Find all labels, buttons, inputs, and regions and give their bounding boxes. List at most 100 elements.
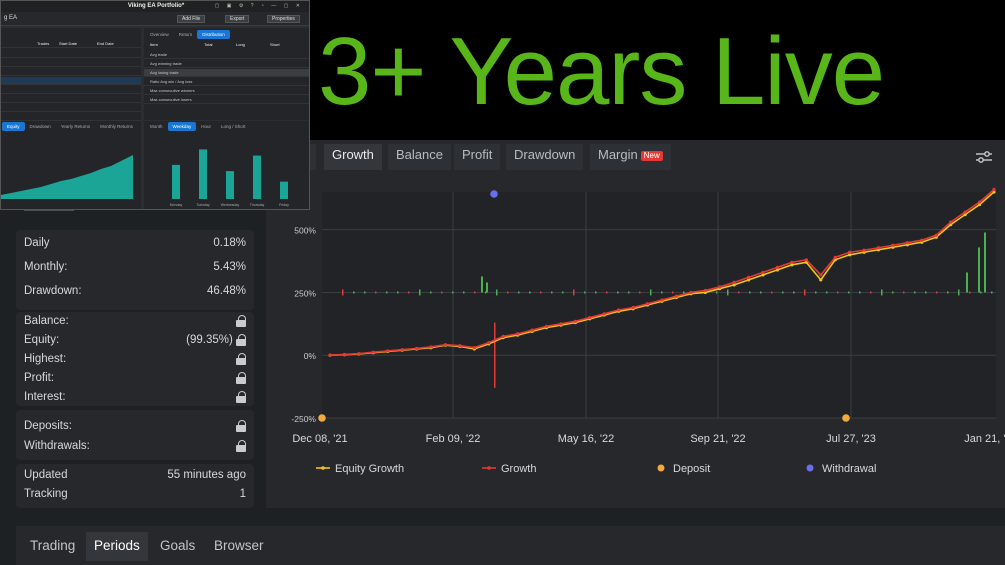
data-point bbox=[819, 273, 823, 277]
col-end-date: End Date bbox=[97, 41, 114, 46]
tab-long-short[interactable]: Long / Short bbox=[216, 122, 251, 131]
tab-drawdown-mini[interactable]: Drawdown bbox=[25, 122, 56, 131]
trade-bar bbox=[978, 247, 980, 293]
inset-chart1-tabs: Equity Drawdown Yearly Returns Monthly Retu… bbox=[2, 122, 138, 131]
table-row[interactable] bbox=[1, 95, 141, 103]
tab-monthly-returns[interactable]: Monthly Returns bbox=[95, 122, 138, 131]
data-point bbox=[472, 346, 476, 350]
table-row[interactable] bbox=[1, 86, 141, 94]
trade-bar bbox=[984, 232, 986, 293]
tab-drawdown[interactable]: Drawdown bbox=[506, 144, 584, 170]
stat-balance: Balance: bbox=[24, 312, 246, 330]
stat-tracking-value: 1 bbox=[239, 488, 246, 500]
tab-browser[interactable]: Browser bbox=[206, 532, 272, 561]
settings-sliders-icon[interactable] bbox=[975, 150, 993, 164]
table-row[interactable] bbox=[1, 104, 141, 112]
divider bbox=[24, 210, 74, 211]
trade-bar bbox=[815, 291, 817, 294]
data-point bbox=[602, 312, 606, 316]
tab-equity[interactable]: Equity bbox=[2, 122, 25, 131]
legend-label[interactable]: Equity Growth bbox=[335, 463, 404, 475]
legend-label[interactable]: Growth bbox=[501, 463, 536, 475]
trade-bar bbox=[947, 291, 949, 294]
tab-weekday[interactable]: Weekday bbox=[167, 122, 197, 131]
tab-hour[interactable]: Hour bbox=[196, 122, 216, 131]
trade-bar bbox=[991, 291, 993, 294]
export-button[interactable]: Export bbox=[225, 15, 250, 23]
data-point bbox=[328, 353, 332, 357]
stat-row: Ratio Avg win / Avg loss bbox=[144, 78, 309, 86]
x-tick-label: May 16, '22 bbox=[558, 433, 615, 445]
data-point bbox=[386, 349, 390, 353]
data-point bbox=[400, 348, 404, 352]
trade-bar bbox=[716, 291, 718, 294]
table-row[interactable] bbox=[1, 77, 141, 85]
trade-bar bbox=[727, 289, 729, 296]
withdrawal-spike bbox=[494, 322, 496, 388]
trade-bar bbox=[914, 291, 916, 294]
tab-periods[interactable]: Periods bbox=[86, 532, 148, 561]
table-header: Trades Start Date End Date bbox=[1, 40, 141, 48]
trade-bar bbox=[958, 289, 960, 296]
inset-toolbar: g EA Add File Export Properties bbox=[1, 12, 309, 26]
legend-label[interactable]: Deposit bbox=[673, 463, 710, 475]
trade-bar bbox=[441, 291, 443, 294]
deposit-marker bbox=[318, 414, 326, 422]
trade-bar bbox=[353, 291, 355, 294]
window-controls-icon[interactable]: ▢ ▣ ⚙ ? ◔ — ▢ ✕ bbox=[215, 3, 303, 9]
stat-highest: Highest: bbox=[24, 350, 246, 368]
data-point bbox=[501, 334, 505, 338]
data-point bbox=[761, 270, 765, 274]
stat-tracking-label: Tracking bbox=[24, 488, 68, 500]
tab-profit[interactable]: Profit bbox=[454, 144, 501, 170]
stat-updated-value: 55 minutes ago bbox=[167, 469, 246, 481]
trade-bar bbox=[771, 291, 773, 294]
tab-return[interactable]: Return bbox=[174, 30, 198, 39]
table-row[interactable] bbox=[1, 113, 141, 121]
legend-label[interactable]: Withdrawal bbox=[822, 463, 876, 475]
weekday-bar bbox=[226, 171, 234, 199]
col-trades: Trades bbox=[37, 41, 50, 46]
table-row[interactable] bbox=[1, 68, 141, 76]
table-row[interactable] bbox=[1, 50, 141, 58]
tab-balance[interactable]: Balance bbox=[388, 144, 451, 170]
tab-growth[interactable]: Growth bbox=[324, 144, 382, 170]
data-point bbox=[458, 344, 462, 348]
trade-bar bbox=[486, 282, 488, 293]
data-point bbox=[905, 241, 909, 245]
stat-row-label: Max consecutive losers bbox=[150, 97, 192, 102]
trade-bar bbox=[936, 291, 938, 294]
tab-distribution[interactable]: Distribution bbox=[197, 30, 230, 39]
y-tick-label: -250% bbox=[291, 414, 316, 424]
tab-overview[interactable]: Overview bbox=[145, 30, 174, 39]
trade-bar bbox=[639, 291, 641, 294]
tab-goals[interactable]: Goals bbox=[152, 532, 203, 561]
trade-bar bbox=[804, 289, 806, 296]
data-point bbox=[703, 288, 707, 293]
tab-month[interactable]: Month bbox=[145, 122, 168, 131]
trade-bar bbox=[540, 291, 542, 294]
properties-button[interactable]: Properties bbox=[267, 15, 300, 23]
x-tick-label: Dec 08, '21 bbox=[292, 433, 347, 445]
add-file-button[interactable]: Add File bbox=[177, 15, 206, 23]
legend-swatch-dot bbox=[321, 466, 325, 470]
stat-withdrawals: Withdrawals: bbox=[24, 437, 246, 455]
trade-bar bbox=[661, 291, 663, 294]
stat-daily-label: Daily bbox=[24, 237, 50, 249]
tab-trading[interactable]: Trading bbox=[22, 532, 83, 561]
data-point bbox=[718, 285, 722, 289]
lock-icon bbox=[236, 419, 246, 432]
stat-equity: Equity: (99.35%) bbox=[24, 331, 246, 349]
stat-highest-label: Highest: bbox=[24, 353, 67, 365]
data-point bbox=[747, 275, 751, 279]
stats-panel: Daily 0.18% Monthly: 5.43% Drawdown: 46.48%… bbox=[16, 210, 254, 508]
data-point bbox=[645, 302, 650, 306]
trade-bar bbox=[859, 291, 861, 294]
table-row[interactable] bbox=[1, 59, 141, 67]
tab-margin[interactable]: Margin New bbox=[590, 144, 671, 170]
legend-swatch bbox=[806, 464, 814, 472]
tab-yearly-returns[interactable]: Yearly Returns bbox=[56, 122, 95, 131]
stat-row-label: Max consecutive winners bbox=[150, 88, 195, 93]
data-point bbox=[544, 324, 549, 328]
stat-row: Max consecutive winners bbox=[144, 87, 309, 95]
